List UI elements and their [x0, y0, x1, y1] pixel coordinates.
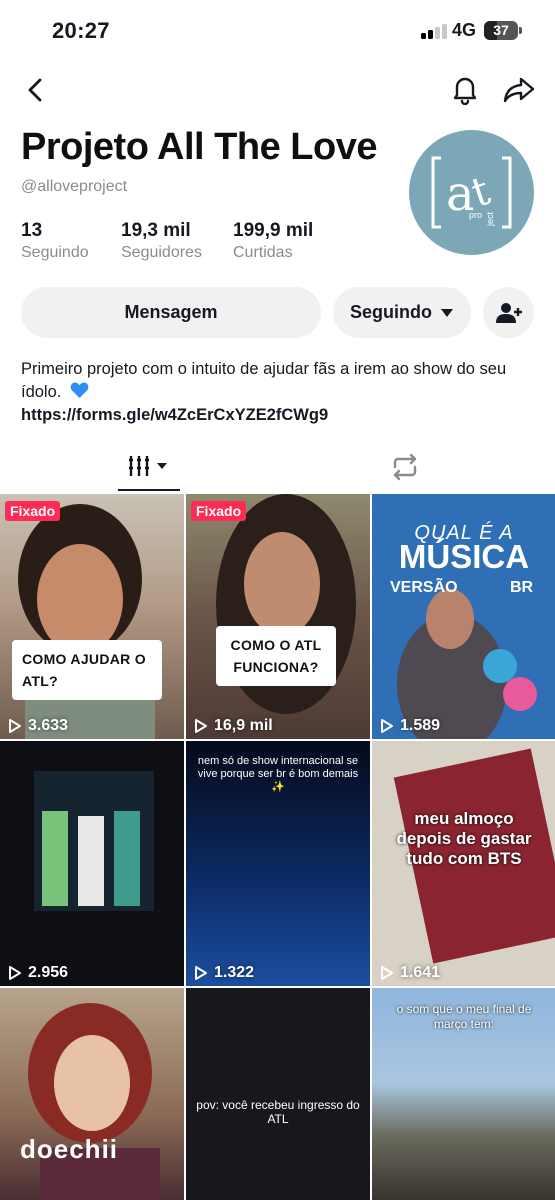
video-tile[interactable]: meu almoço depois de gastar tudo com BTS…: [372, 741, 555, 986]
caret-down-icon: [441, 308, 453, 317]
stat-label: Seguindo: [21, 244, 89, 261]
play-icon: [9, 966, 21, 980]
view-count: 1.641: [380, 964, 440, 982]
stat-likes[interactable]: 199,9 mil Curtidas: [233, 220, 313, 262]
back-arrow-icon[interactable]: [20, 74, 52, 106]
notification-bell-icon[interactable]: [448, 72, 482, 106]
video-tile[interactable]: nem só de show internacional se vive por…: [186, 741, 370, 986]
view-count-value: 16,9 mil: [214, 717, 273, 734]
video-caption: COMO O ATL FUNCIONA?: [216, 626, 336, 686]
view-count-value: 1.589: [400, 717, 441, 734]
video-thumbnail: [216, 494, 356, 714]
view-count-value: 2.956: [28, 964, 69, 981]
video-overlay-line-4: BR: [510, 579, 534, 596]
video-thumbnail: [34, 771, 154, 911]
video-caption: COMO AJUDAR O ATL?: [12, 640, 162, 700]
stat-value: 19,3 mil: [121, 220, 191, 241]
video-overlay-text: o som que o meu final de março tem:: [396, 1002, 532, 1031]
view-count-value: 1.641: [400, 964, 441, 981]
logo-sub-1: pro: [469, 210, 482, 220]
video-thumbnail: [18, 504, 155, 739]
tab-videos[interactable]: [118, 446, 180, 492]
stat-label: Seguidores: [121, 244, 202, 261]
bio-link[interactable]: https://forms.gle/w4ZcErCxYZE2fCWg9: [21, 406, 328, 425]
following-button-label: Seguindo: [350, 302, 432, 322]
repost-icon[interactable]: [389, 452, 421, 482]
battery-icon: 37: [484, 21, 518, 40]
video-tile[interactable]: Fixado COMO AJUDAR O ATL? 3.633: [0, 494, 184, 739]
message-button[interactable]: Mensagem: [21, 287, 321, 338]
video-overlay-text: pov: você recebeu ingresso do ATL: [196, 1098, 360, 1126]
cellular-signal-icon: [421, 23, 447, 39]
play-icon: [195, 719, 207, 733]
play-icon: [381, 966, 393, 980]
video-tile[interactable]: 2.956: [0, 741, 184, 986]
pinned-badge: Fixado: [5, 501, 61, 521]
play-icon: [381, 719, 393, 733]
video-tile[interactable]: Fixado COMO O ATL FUNCIONA? 16,9 mil: [186, 494, 370, 739]
network-type: 4G: [452, 20, 477, 40]
logo-sub-2: ject: [485, 211, 495, 227]
add-friend-button[interactable]: [483, 287, 534, 338]
share-icon[interactable]: [501, 72, 537, 106]
view-count: 3.633: [8, 717, 68, 735]
stat-value: 199,9 mil: [233, 220, 314, 241]
video-thumbnail: [28, 1003, 160, 1200]
video-tile[interactable]: pov: você recebeu ingresso do ATL: [186, 988, 370, 1200]
status-time: 20:27: [52, 18, 110, 43]
profile-name: Projeto All The Love: [21, 126, 377, 168]
battery-percentage: 37: [493, 22, 509, 38]
tab-active-indicator: [118, 489, 180, 491]
stat-label: Curtidas: [233, 244, 293, 261]
video-overlay-text: nem só de show internacional se vive por…: [197, 755, 359, 793]
play-icon: [9, 719, 21, 733]
view-count: 1.322: [194, 964, 254, 982]
video-tile[interactable]: doechii: [0, 988, 184, 1200]
view-count: 16,9 mil: [194, 717, 273, 735]
play-icon: [195, 966, 207, 980]
project-logo: a t pro ject: [431, 156, 512, 229]
view-count: 2.956: [8, 964, 68, 982]
video-overlay-text: meu almoço depois de gastar tudo com BTS: [396, 809, 532, 868]
add-user-icon: [495, 302, 522, 323]
view-count-value: 3.633: [28, 717, 69, 734]
avatar[interactable]: a t pro ject: [409, 130, 534, 255]
video-overlay-line-3: VERSÃO: [390, 579, 458, 596]
view-count-value: 1.322: [214, 964, 255, 981]
stat-followers[interactable]: 19,3 mil Seguidores: [121, 220, 202, 262]
pinned-badge: Fixado: [191, 501, 247, 521]
message-button-label: Mensagem: [124, 302, 218, 322]
bio-text: Primeiro projeto com o intuito de ajudar…: [21, 360, 507, 401]
battery-cap: [519, 27, 522, 34]
status-bar: 20:27 4G 37: [0, 0, 555, 64]
video-overlay-line-2: MÚSICA: [398, 538, 530, 575]
stat-value: 13: [21, 220, 43, 241]
stat-following[interactable]: 13 Seguindo: [21, 220, 89, 262]
bio-text-container: Primeiro projeto com o intuito de ajudar…: [21, 358, 541, 404]
blue-heart-icon: [70, 382, 89, 398]
grid-lines-icon: [129, 456, 167, 476]
video-tile[interactable]: o som que o meu final de março tem:: [372, 988, 555, 1200]
video-overlay-text: doechii: [20, 1134, 119, 1164]
view-count: 1.589: [380, 717, 440, 735]
following-button[interactable]: Seguindo: [333, 287, 471, 338]
video-tile[interactable]: QUAL É A MÚSICA VERSÃO BR 1.589: [372, 494, 555, 739]
profile-handle: @alloveproject: [21, 178, 128, 195]
